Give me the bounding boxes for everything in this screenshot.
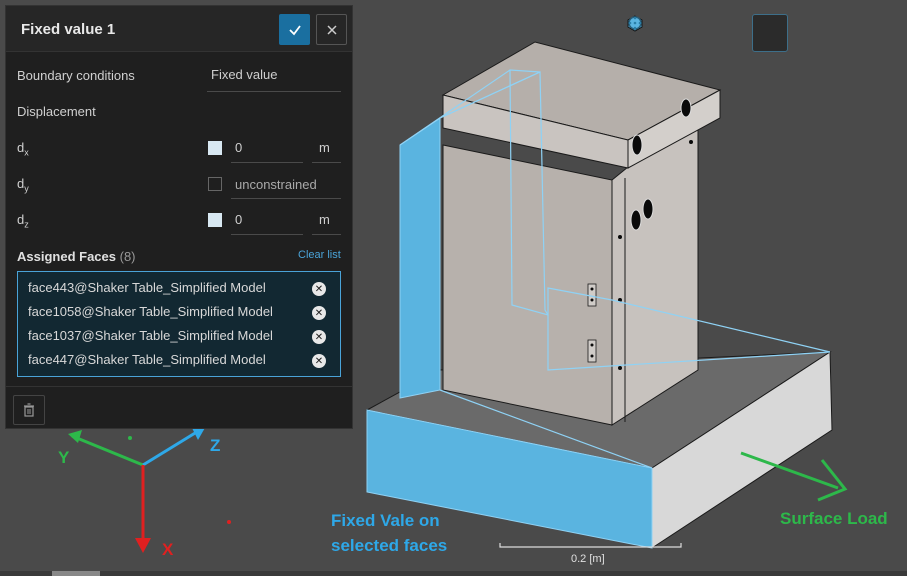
dy-label: dy (17, 176, 29, 194)
dy-checkbox[interactable] (208, 177, 222, 191)
trash-icon (24, 403, 34, 417)
bracket-front-selected (399, 117, 441, 399)
displacement-label: Displacement (17, 104, 96, 119)
panel-header: Fixed value 1 (6, 6, 352, 52)
mesh-icon[interactable] (628, 14, 830, 50)
cabinet-front (442, 144, 613, 426)
check-icon (288, 24, 301, 35)
panel-footer (6, 386, 352, 430)
dx-input[interactable]: 0 (235, 140, 242, 155)
hole-top-front (631, 134, 643, 156)
axis-z-label: Z (210, 436, 221, 455)
scale-label: 0.2 [m] (571, 553, 605, 565)
scrollbar[interactable] (52, 571, 100, 576)
close-button[interactable] (316, 14, 347, 45)
assigned-faces-list[interactable]: face443@Shaker Table_Simplified Model ✕ … (17, 271, 341, 377)
list-item[interactable]: face447@Shaker Table_Simplified Model (28, 352, 266, 367)
view-cube-solid-icon[interactable] (627, 14, 702, 50)
dz-label: dz (17, 212, 29, 230)
bottom-bar (0, 571, 907, 576)
dz-checkbox[interactable] (208, 213, 222, 227)
clear-list-link[interactable]: Clear list (298, 249, 341, 261)
fixed-annotation-line1: Fixed Vale on (331, 511, 440, 530)
delete-button[interactable] (13, 395, 45, 425)
axis-y-label: Y (58, 448, 70, 467)
hole-side-1 (630, 209, 642, 231)
view-cube-shaded-icon[interactable] (627, 14, 744, 50)
view-cube-active-icon[interactable] (627, 14, 788, 52)
confirm-button[interactable] (279, 14, 310, 45)
fixed-value-panel: Fixed value 1 Boundary conditions Fixed … (5, 5, 353, 429)
surface-load-annotation: Surface Load (780, 509, 888, 528)
hole-top (680, 98, 692, 118)
boundary-conditions-label: Boundary conditions (17, 68, 135, 83)
remove-face-icon[interactable]: ✕ (312, 282, 326, 296)
axis-x-label: X (162, 540, 174, 559)
remove-face-icon[interactable]: ✕ (312, 330, 326, 344)
close-icon (326, 24, 337, 35)
view-toolbar (626, 14, 872, 52)
fixed-annotation-line2: selected faces (331, 536, 448, 555)
dy-input[interactable]: unconstrained (235, 177, 317, 192)
assigned-faces-label: Assigned Faces (8) (17, 249, 136, 264)
dz-input[interactable]: 0 (235, 212, 242, 227)
dx-checkbox[interactable] (208, 141, 222, 155)
dx-unit[interactable]: m (319, 140, 330, 155)
hole-side-2 (642, 198, 654, 220)
list-item[interactable]: face1058@Shaker Table_Simplified Model (28, 304, 273, 319)
panel-title: Fixed value 1 (21, 21, 116, 38)
dz-unit[interactable]: m (319, 212, 330, 227)
remove-face-icon[interactable]: ✕ (312, 354, 326, 368)
list-item[interactable]: face443@Shaker Table_Simplified Model (28, 280, 266, 295)
dx-label: dx (17, 140, 29, 158)
list-item[interactable]: face1037@Shaker Table_Simplified Model (28, 328, 273, 343)
remove-face-icon[interactable]: ✕ (312, 306, 326, 320)
boundary-conditions-select[interactable]: Fixed value (211, 67, 277, 82)
points-icon[interactable] (628, 14, 872, 50)
assigned-faces-count: (8) (119, 249, 136, 264)
